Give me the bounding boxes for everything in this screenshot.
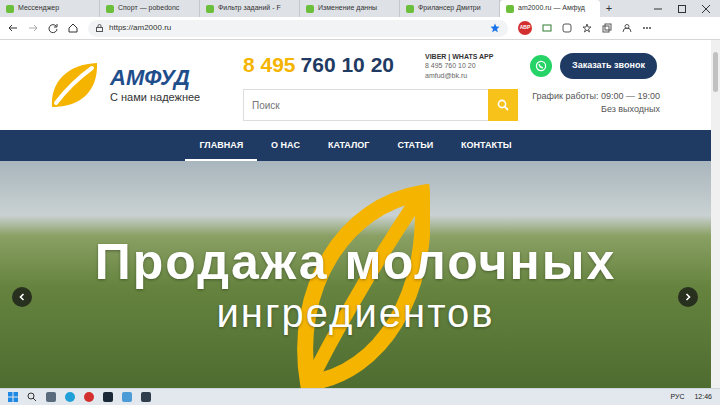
favicon-icon xyxy=(106,5,114,13)
next-slide-button[interactable] xyxy=(678,287,698,307)
search-icon[interactable] xyxy=(27,392,37,402)
lock-icon xyxy=(96,24,103,32)
schedule-hours: График работы: 09:00 — 19:00 xyxy=(530,90,660,103)
tab-label: Фильтр заданий - F xyxy=(218,4,281,12)
magnifier-icon xyxy=(497,99,509,111)
home-icon[interactable] xyxy=(68,23,78,33)
phone-number[interactable]: 8 495760 10 20 xyxy=(243,52,425,77)
nav-item[interactable]: О НАС xyxy=(257,130,314,161)
browser-tab[interactable]: Изменение данны xyxy=(300,0,400,17)
language-indicator[interactable]: РУС xyxy=(670,392,684,403)
nav-item[interactable]: КАТАЛОГ xyxy=(314,130,384,161)
profile-icon[interactable] xyxy=(622,23,632,33)
hero-title: Продажа молочных xyxy=(95,235,616,290)
tab-label: Мессенджер xyxy=(18,4,59,12)
close-icon[interactable] xyxy=(702,5,710,13)
hero-subtitle: ингредиентов xyxy=(216,290,494,336)
address-bar: https://am2000.ru ABP xyxy=(0,17,720,40)
tab-label: Фрилансер Дмитри xyxy=(418,4,481,12)
extension-list: ABP xyxy=(518,21,532,35)
collections-icon[interactable] xyxy=(602,23,612,33)
taskbar: РУС 12:46 xyxy=(0,388,720,405)
extensions-icon[interactable] xyxy=(562,23,572,33)
chevron-left-icon xyxy=(18,293,26,301)
whatsapp-button[interactable] xyxy=(530,55,552,77)
phone-code: 8 495 xyxy=(243,53,296,76)
logo[interactable]: АМФУД С нами надежнее xyxy=(48,40,238,130)
search-box xyxy=(243,89,518,121)
tab-label: Спорт — pobedonc xyxy=(118,4,179,12)
menu-icon[interactable] xyxy=(642,23,652,33)
browser-tab[interactable]: Мессенджер xyxy=(0,0,100,17)
sync-icon[interactable] xyxy=(542,23,552,33)
tab-strip: Мессенджер Спорт — pobedonc Фильтр заданий… xyxy=(0,0,720,17)
forward-icon[interactable] xyxy=(28,23,38,33)
app-icon[interactable] xyxy=(122,392,132,402)
adblock-extension[interactable]: ABP xyxy=(518,21,532,35)
favicon-icon xyxy=(406,5,414,13)
hero-slider: Продажа молочных ингредиентов xyxy=(0,161,711,388)
phone-main: 760 10 20 xyxy=(301,53,394,76)
maximize-icon[interactable] xyxy=(678,5,686,13)
browser-tab[interactable]: Фрилансер Дмитри xyxy=(400,0,500,17)
chevron-right-icon xyxy=(684,293,692,301)
opera-icon[interactable] xyxy=(84,392,94,402)
tab-label: Изменение данны xyxy=(318,4,377,12)
back-icon[interactable] xyxy=(8,23,18,33)
url-text: https://am2000.ru xyxy=(109,22,171,34)
tab-label: am2000.ru — Амфуд xyxy=(518,4,585,12)
star-icon[interactable] xyxy=(490,23,500,33)
clock[interactable]: 12:46 xyxy=(694,392,712,403)
tab-list: Мессенджер Спорт — pobedonc Фильтр заданий… xyxy=(0,0,600,17)
taskview-icon[interactable] xyxy=(46,392,56,402)
nav-item[interactable]: СТАТЬИ xyxy=(383,130,447,161)
web-content: АМФУД С нами надежнее 8 495760 10 20 VIB… xyxy=(0,40,720,388)
favicon-icon xyxy=(506,5,514,13)
favorites-icon[interactable] xyxy=(582,23,592,33)
browser-tab[interactable]: Спорт — pobedonc xyxy=(100,0,200,17)
main-nav: ГЛАВНАЯО НАСКАТАЛОГСТАТЬИКОНТАКТЫ xyxy=(0,130,711,161)
app-icon[interactable] xyxy=(141,392,151,402)
scrollbar[interactable] xyxy=(711,40,720,388)
search-input[interactable] xyxy=(243,89,488,121)
brand-name: АМФУД xyxy=(110,66,200,90)
minimize-icon[interactable] xyxy=(654,5,662,13)
edge-icon[interactable] xyxy=(65,392,75,402)
leaf-logo-icon xyxy=(48,60,100,110)
search-button[interactable] xyxy=(488,89,518,121)
messenger-title: VIBER | WHATS APP xyxy=(425,52,493,61)
site-header: АМФУД С нами надежнее 8 495760 10 20 VIB… xyxy=(0,40,711,130)
messenger-block: VIBER | WHATS APP 8 495 760 10 20 amfud@… xyxy=(425,52,493,80)
nav-item[interactable]: ГЛАВНАЯ xyxy=(185,130,257,161)
windows-start-icon[interactable] xyxy=(8,392,18,402)
nav-item[interactable]: КОНТАКТЫ xyxy=(447,130,525,161)
schedule: График работы: 09:00 — 19:00 Без выходны… xyxy=(530,90,660,116)
new-tab-button[interactable]: + xyxy=(600,0,618,17)
browser-tab[interactable]: am2000.ru — Амфуд xyxy=(500,0,600,17)
refresh-icon[interactable] xyxy=(48,23,58,33)
favicon-icon xyxy=(6,5,14,13)
window-controls xyxy=(654,0,720,17)
messenger-phone[interactable]: 8 495 760 10 20 xyxy=(425,61,493,70)
whatsapp-icon xyxy=(535,60,547,72)
steam-icon[interactable] xyxy=(103,392,113,402)
browser-tab[interactable]: Фильтр заданий - F xyxy=(200,0,300,17)
system-tray: РУС 12:46 xyxy=(670,392,712,403)
messenger-email[interactable]: amfud@bk.ru xyxy=(425,71,493,80)
url-field[interactable]: https://am2000.ru xyxy=(88,20,508,37)
schedule-days: Без выходных xyxy=(530,103,660,116)
callback-button[interactable]: Заказать звонок xyxy=(560,53,657,79)
favicon-icon xyxy=(206,5,214,13)
brand-tagline: С нами надежнее xyxy=(110,90,200,104)
favicon-icon xyxy=(306,5,314,13)
prev-slide-button[interactable] xyxy=(12,287,32,307)
